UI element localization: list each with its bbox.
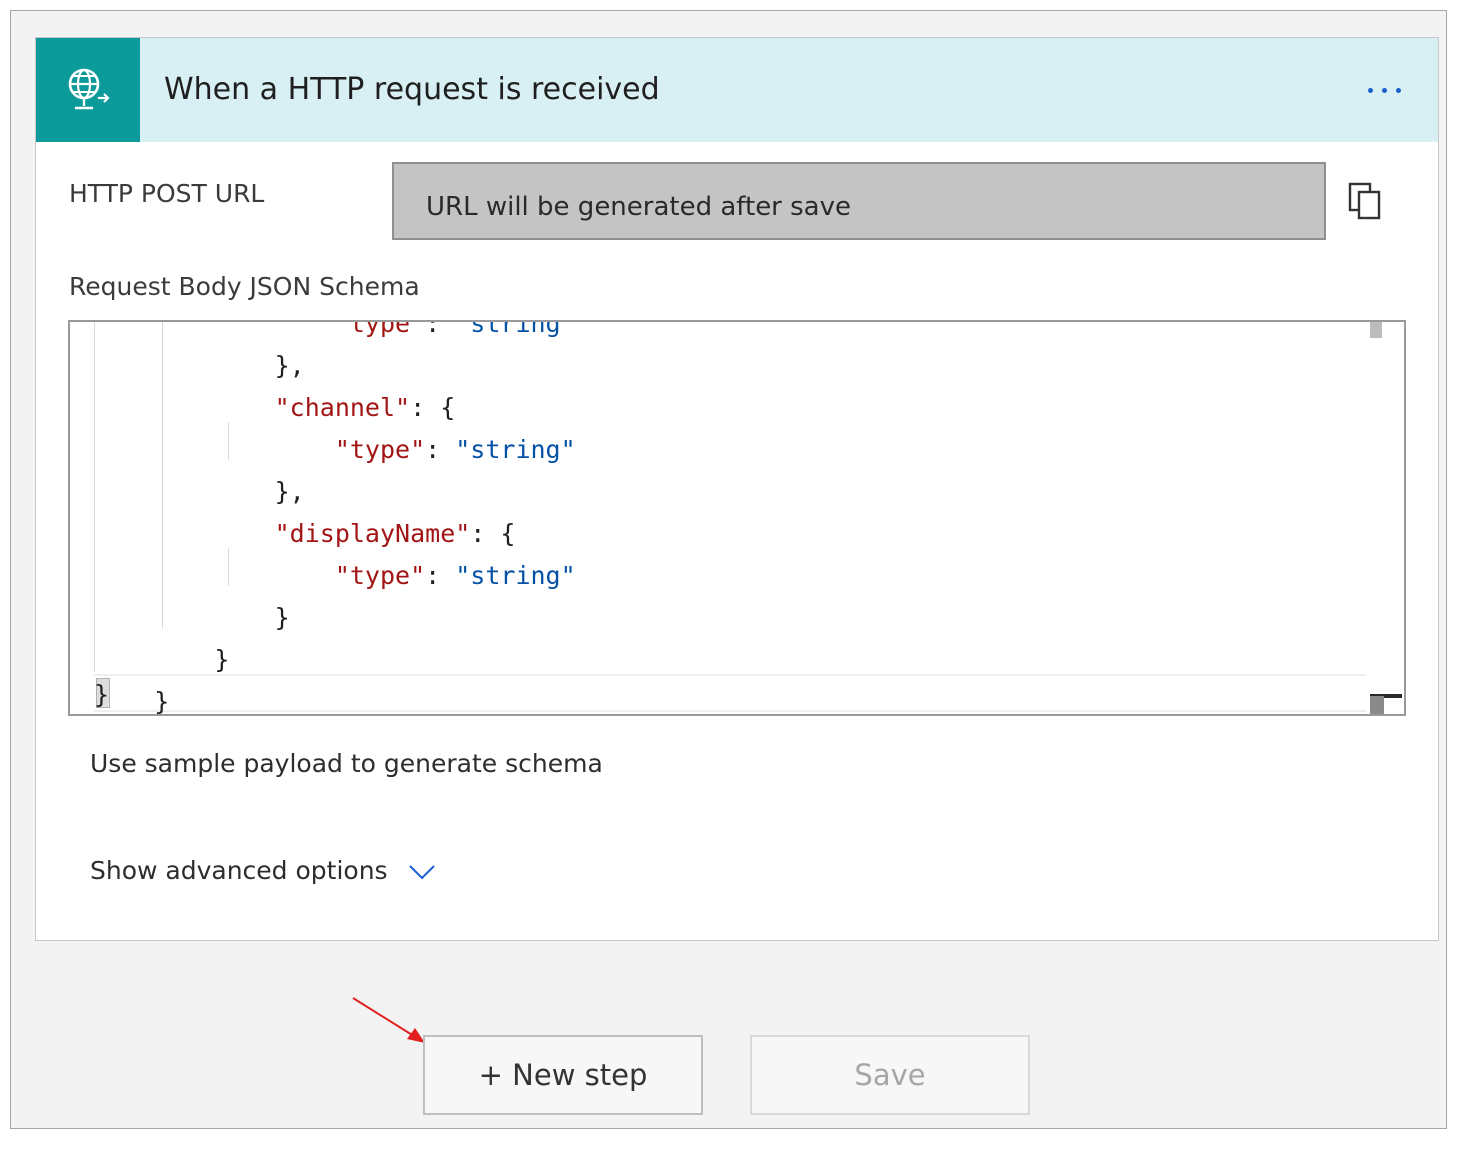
json-punctuation: : { bbox=[470, 519, 516, 548]
copy-url-button[interactable] bbox=[1342, 178, 1388, 224]
json-punctuation: : bbox=[425, 322, 456, 338]
trigger-title: When a HTTP request is received bbox=[164, 72, 660, 107]
json-string: "string" bbox=[455, 435, 576, 464]
code-line: }, bbox=[94, 471, 305, 513]
designer-canvas: When a HTTP request is received HTTP POS… bbox=[10, 10, 1447, 1129]
ellipsis-dot bbox=[1395, 87, 1401, 93]
json-key: "type" bbox=[334, 435, 426, 464]
code-line: } bbox=[94, 681, 169, 714]
json-key: "type" bbox=[334, 322, 426, 338]
code-area[interactable]: } "type": "string" }, "channel": { "type… bbox=[70, 322, 1366, 714]
json-key: "channel" bbox=[274, 393, 411, 422]
json-punctuation: }, bbox=[274, 351, 305, 380]
json-schema-editor[interactable]: } "type": "string" }, "channel": { "type… bbox=[68, 320, 1406, 716]
ellipsis-icon bbox=[1367, 87, 1373, 93]
code-line: "type": "string" bbox=[94, 555, 576, 597]
json-punctuation: }, bbox=[274, 477, 305, 506]
http-post-url-label: HTTP POST URL bbox=[69, 179, 265, 208]
code-line: } bbox=[94, 597, 290, 639]
json-string: "string" bbox=[455, 561, 576, 590]
code-line: }, bbox=[94, 345, 305, 387]
code-line: "channel": { bbox=[94, 387, 456, 429]
json-string: "string" bbox=[455, 322, 576, 338]
code-line: "type": "string" bbox=[94, 429, 576, 471]
json-punctuation: } bbox=[274, 603, 290, 632]
json-punctuation: : bbox=[425, 561, 456, 590]
http-trigger-card: When a HTTP request is received HTTP POS… bbox=[35, 37, 1439, 941]
code-line: } bbox=[94, 639, 229, 681]
http-request-globe-icon bbox=[36, 38, 140, 142]
save-button[interactable]: Save bbox=[750, 1035, 1030, 1115]
current-line-highlight bbox=[94, 674, 1366, 712]
copy-icon bbox=[1348, 182, 1381, 220]
json-punctuation: } bbox=[214, 645, 230, 674]
scrollbar-thumb[interactable] bbox=[1370, 322, 1382, 338]
trigger-card-header[interactable]: When a HTTP request is received bbox=[36, 38, 1438, 142]
more-options-button[interactable] bbox=[1354, 72, 1414, 108]
ellipsis-dot bbox=[1381, 87, 1387, 93]
json-key: "displayName" bbox=[274, 519, 471, 548]
code-line: "type": "string" bbox=[94, 322, 576, 345]
schema-label: Request Body JSON Schema bbox=[69, 272, 420, 301]
new-step-button[interactable]: + New step bbox=[423, 1035, 703, 1115]
http-post-url-field[interactable]: URL will be generated after save bbox=[392, 162, 1326, 240]
show-advanced-options-toggle[interactable]: Show advanced options bbox=[90, 856, 436, 887]
red-arrow-annotation bbox=[352, 997, 425, 1043]
scrollbar-bottom-marker bbox=[1370, 696, 1384, 714]
editor-scrollbar[interactable] bbox=[1368, 322, 1404, 714]
chevron-down-icon bbox=[408, 858, 436, 887]
json-key: "type" bbox=[334, 561, 426, 590]
json-punctuation: } bbox=[154, 687, 170, 714]
json-punctuation: : { bbox=[410, 393, 456, 422]
show-advanced-options-label: Show advanced options bbox=[90, 856, 388, 885]
use-sample-payload-link[interactable]: Use sample payload to generate schema bbox=[90, 749, 603, 778]
code-line: "displayName": { bbox=[94, 513, 516, 555]
json-punctuation: : bbox=[425, 435, 456, 464]
